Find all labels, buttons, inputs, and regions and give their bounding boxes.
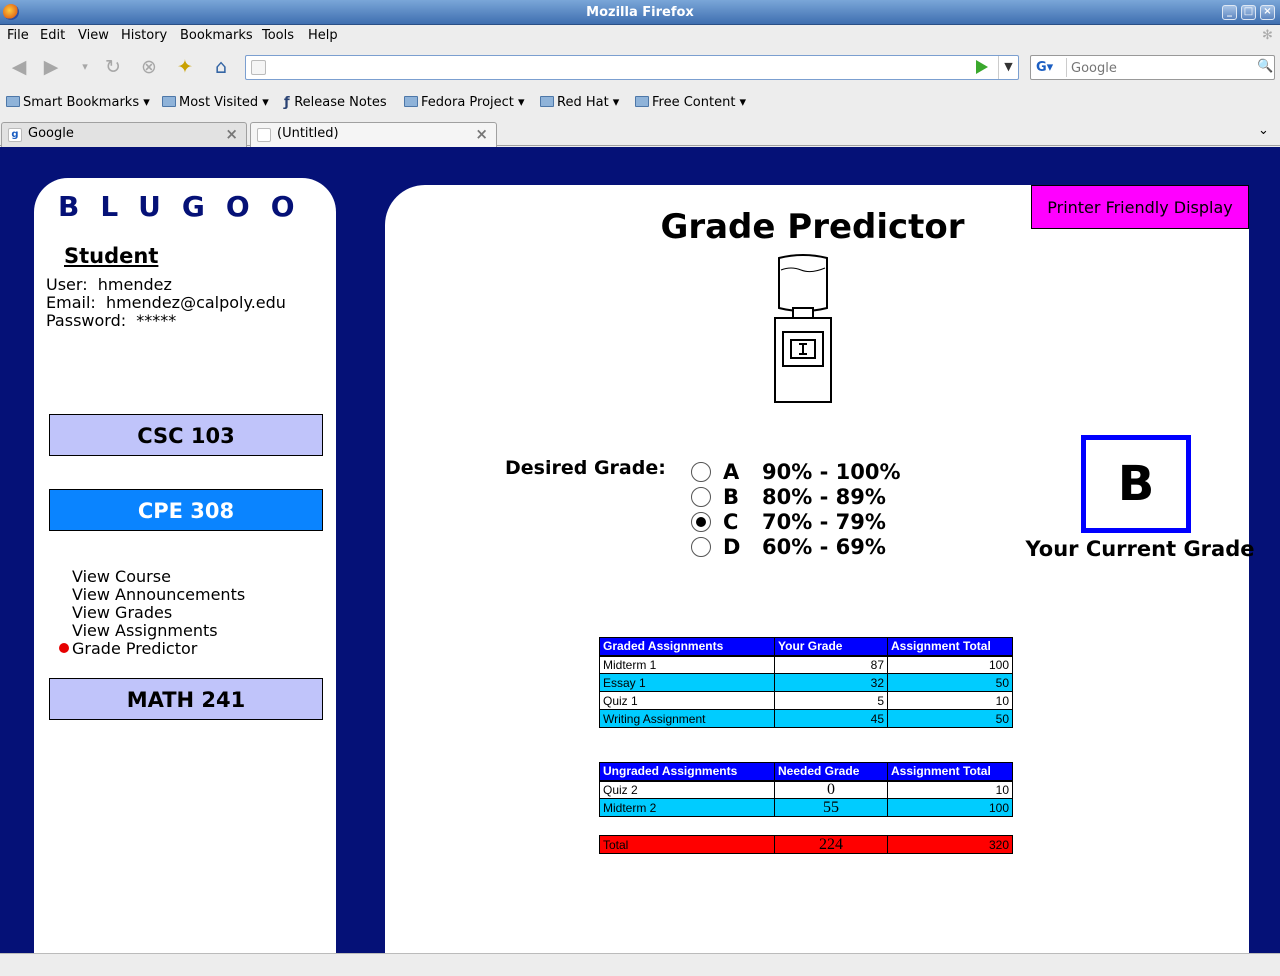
radio-d[interactable] xyxy=(691,537,711,557)
total-max: 320 xyxy=(887,835,1013,854)
close-tab-icon[interactable]: × xyxy=(475,123,488,145)
new-tab-icon[interactable]: ✦ xyxy=(174,56,196,78)
radio-c[interactable] xyxy=(691,512,711,532)
tab-list-icon[interactable]: ⌄ xyxy=(1258,123,1269,138)
folder-icon xyxy=(404,96,418,107)
bookmark-smart-bookmarks[interactable]: Smart Bookmarks ▾ xyxy=(6,95,150,110)
folder-icon xyxy=(540,96,554,107)
search-bar[interactable]: G▾ 🔍 xyxy=(1030,55,1275,80)
user-info: User: hmendez xyxy=(46,275,172,294)
site-identity-icon[interactable] xyxy=(251,60,266,75)
sidebar: BLUGOO Student User: hmendez Email: hmen… xyxy=(34,178,336,953)
total-value: 224 xyxy=(774,835,888,854)
course-math-241[interactable]: MATH 241 xyxy=(49,678,323,720)
bookmark-red-hat[interactable]: Red Hat ▾ xyxy=(540,95,619,110)
window-title: Mozilla Firefox xyxy=(586,5,694,20)
main-panel: Printer Friendly Display Grade Predictor… xyxy=(385,185,1254,953)
throbber-icon: ✻ xyxy=(1262,28,1273,43)
column-header: Needed Grade xyxy=(774,762,888,782)
tab-google[interactable]: g Google × xyxy=(1,122,247,147)
blugoo-logo: BLUGOO xyxy=(58,190,316,223)
menu-history[interactable]: History xyxy=(121,28,167,43)
maximize-icon[interactable]: □ xyxy=(1241,5,1256,20)
desired-grade-label: Desired Grade: xyxy=(505,457,666,479)
table-row: Midterm 2 55 100 xyxy=(599,798,1013,817)
firefox-logo-icon xyxy=(3,4,19,20)
table-row: Writing Assignment 45 50 xyxy=(599,709,1013,728)
status-bar xyxy=(0,953,1280,976)
stop-icon[interactable]: ⊗ xyxy=(138,56,160,78)
google-favicon-icon: g xyxy=(8,128,22,142)
reload-icon[interactable]: ↻ xyxy=(102,56,124,78)
menu-help[interactable]: Help xyxy=(308,28,338,43)
current-grade-box: B xyxy=(1081,435,1191,533)
menu-view[interactable]: View xyxy=(78,28,109,43)
menu-edit[interactable]: Edit xyxy=(40,28,65,43)
link-view-course[interactable]: View Course xyxy=(72,568,171,586)
home-icon[interactable]: ⌂ xyxy=(210,56,232,78)
column-header: Graded Assignments xyxy=(599,637,775,657)
table-row: Essay 1 32 50 xyxy=(599,673,1013,692)
close-window-icon[interactable]: × xyxy=(1260,5,1275,20)
table-row: Quiz 2 0 10 xyxy=(599,780,1013,799)
column-header: Assignment Total xyxy=(887,637,1013,657)
url-input[interactable] xyxy=(274,58,964,77)
page-favicon-icon xyxy=(257,128,271,142)
table-row: Midterm 1 87 100 xyxy=(599,655,1013,674)
menu-tools[interactable]: Tools xyxy=(262,28,294,43)
column-header: Ungraded Assignments xyxy=(599,762,775,782)
bookmark-free-content[interactable]: Free Content ▾ xyxy=(635,95,746,110)
table-row: Quiz 1 5 10 xyxy=(599,691,1013,710)
water-cooler-icon xyxy=(774,254,832,403)
bookmark-release-notes[interactable]: ƒ Release Notes xyxy=(284,95,387,110)
go-icon[interactable] xyxy=(976,60,988,74)
history-dropdown-icon[interactable]: ▾ xyxy=(74,56,96,78)
password-info: Password: ***** xyxy=(46,311,177,330)
bookmarks-toolbar: Smart Bookmarks ▾ Most Visited ▾ ƒ Relea… xyxy=(0,91,1280,115)
search-engine-icon[interactable]: G▾ xyxy=(1033,58,1067,77)
link-view-assignments[interactable]: View Assignments xyxy=(72,622,218,640)
menu-bar: File Edit View History Bookmarks Tools H… xyxy=(0,25,1280,47)
email-info: Email: hmendez@calpoly.edu xyxy=(46,293,286,312)
minimize-icon[interactable]: _ xyxy=(1222,5,1237,20)
needed-grade-value: 0 xyxy=(774,780,888,799)
bookmark-most-visited[interactable]: Most Visited ▾ xyxy=(162,95,269,110)
menu-bookmarks[interactable]: Bookmarks xyxy=(180,28,253,43)
page-content: BLUGOO Student User: hmendez Email: hmen… xyxy=(0,147,1280,953)
folder-icon xyxy=(6,96,20,107)
tab-bar: g Google × (Untitled) × ⌄ xyxy=(0,120,1280,147)
forward-icon[interactable]: ▶ xyxy=(40,56,62,78)
url-dropdown-icon[interactable]: ▼ xyxy=(998,56,1018,79)
total-row: Total 224 320 xyxy=(599,835,1013,854)
tab-untitled[interactable]: (Untitled) × xyxy=(250,122,497,147)
radio-a[interactable] xyxy=(691,462,711,482)
folder-icon xyxy=(635,96,649,107)
url-bar[interactable]: ▼ xyxy=(245,55,1019,80)
page-title: Grade Predictor xyxy=(660,207,965,247)
link-view-grades[interactable]: View Grades xyxy=(72,604,172,622)
search-icon[interactable]: 🔍 xyxy=(1257,59,1273,74)
column-header: Your Grade xyxy=(774,637,888,657)
active-link-bullet xyxy=(59,643,69,653)
fedora-icon: ƒ xyxy=(284,95,295,110)
menu-file[interactable]: File xyxy=(7,28,29,43)
student-heading: Student xyxy=(64,244,159,268)
link-grade-predictor[interactable]: Grade Predictor xyxy=(72,640,197,658)
course-cpe-308[interactable]: CPE 308 xyxy=(49,489,323,531)
window-titlebar: Mozilla Firefox _ □ × xyxy=(0,0,1280,25)
radio-b[interactable] xyxy=(691,487,711,507)
back-icon[interactable]: ◀ xyxy=(8,56,30,78)
folder-icon xyxy=(162,96,176,107)
course-csc-103[interactable]: CSC 103 xyxy=(49,414,323,456)
column-header: Assignment Total xyxy=(887,762,1013,782)
search-input[interactable] xyxy=(1071,59,1251,77)
link-view-announcements[interactable]: View Announcements xyxy=(72,586,245,604)
bookmark-fedora-project[interactable]: Fedora Project ▾ xyxy=(404,95,525,110)
needed-grade-value: 55 xyxy=(774,798,888,817)
total-table: Total 224 320 xyxy=(599,835,1013,854)
close-tab-icon[interactable]: × xyxy=(225,123,238,145)
ungraded-assignments-table: Ungraded Assignments Needed Grade Assign… xyxy=(599,762,1013,817)
current-grade-label: Your Current Grade xyxy=(1025,537,1255,561)
graded-assignments-table: Graded Assignments Your Grade Assignment… xyxy=(599,637,1013,728)
